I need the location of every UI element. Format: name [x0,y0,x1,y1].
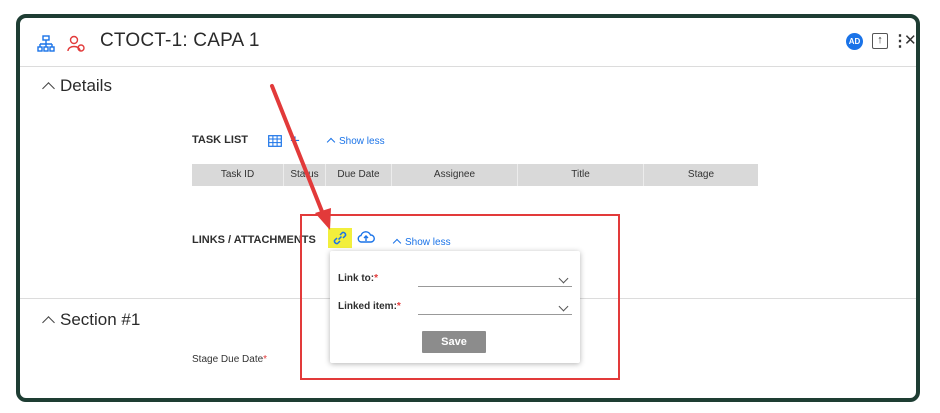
window-frame: CTOCT-1: CAPA 1 AD ↑ ⋮ ✕ Details TASK LI… [16,14,920,402]
annotation-arrow [270,84,331,230]
